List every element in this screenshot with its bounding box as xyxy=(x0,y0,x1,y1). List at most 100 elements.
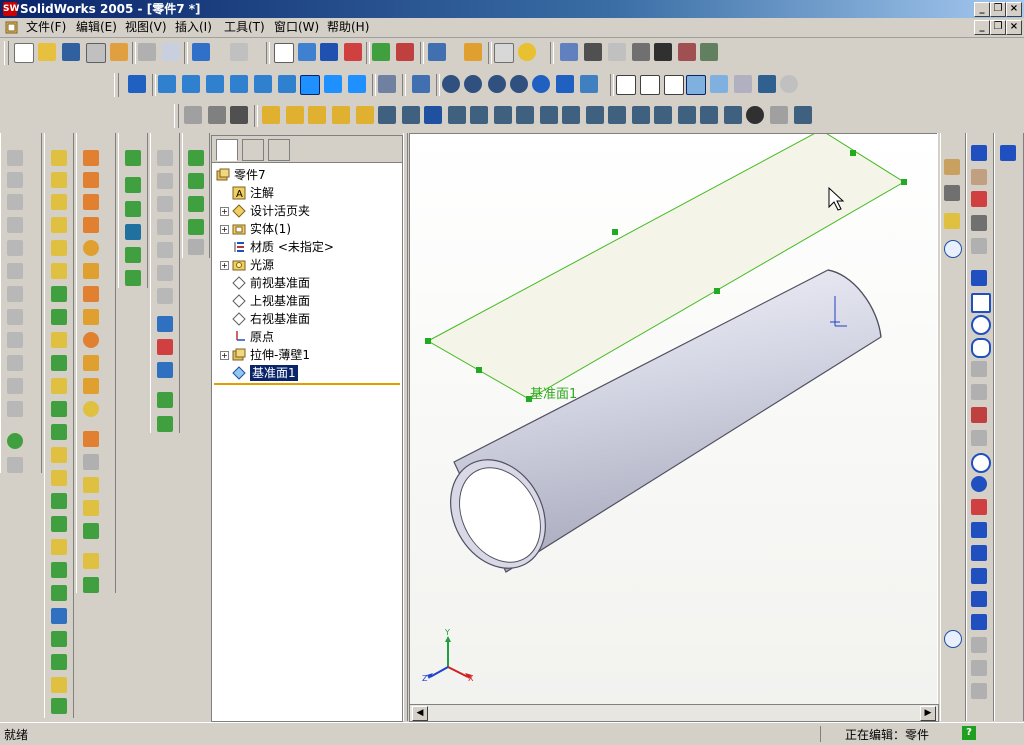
relation-3-icon[interactable] xyxy=(308,106,326,124)
axis-icon[interactable] xyxy=(188,173,204,189)
tools-icon[interactable] xyxy=(678,43,696,61)
combine-icon[interactable] xyxy=(51,516,67,532)
offset-icon[interactable] xyxy=(971,683,987,699)
file-explorer-icon[interactable] xyxy=(944,213,960,229)
view-left-icon[interactable] xyxy=(206,75,224,93)
chamfer-icon[interactable] xyxy=(51,309,67,325)
feature-icon-12[interactable] xyxy=(7,401,23,417)
surface-sweep-icon[interactable] xyxy=(83,194,99,210)
collapse-pane-bottom-icon[interactable] xyxy=(944,630,962,648)
mold-icon-4[interactable] xyxy=(157,219,173,235)
toolbar-grip[interactable] xyxy=(4,41,9,65)
link-views-icon[interactable] xyxy=(378,75,396,93)
toolbar-grip[interactable] xyxy=(114,73,119,97)
flex-icon[interactable] xyxy=(51,470,67,486)
spline-icon[interactable] xyxy=(971,545,987,561)
surface-planar-icon[interactable] xyxy=(83,309,99,325)
draft-icon[interactable] xyxy=(51,378,67,394)
grid-icon[interactable] xyxy=(971,215,987,231)
view-bottom-icon[interactable] xyxy=(278,75,296,93)
tangent-arc-icon[interactable] xyxy=(971,384,987,400)
surface-knit-icon[interactable] xyxy=(83,286,99,302)
partial-ellipse-icon[interactable] xyxy=(971,476,987,492)
home-icon[interactable] xyxy=(944,159,960,175)
section-icon[interactable] xyxy=(608,43,626,61)
mirror-icon[interactable] xyxy=(51,539,67,555)
linear-pattern-icon[interactable] xyxy=(51,585,67,601)
loft-icon[interactable] xyxy=(51,217,67,233)
feature-icon-6[interactable] xyxy=(7,263,23,279)
options-icon[interactable] xyxy=(372,43,390,61)
rotate-view-icon[interactable] xyxy=(532,75,550,93)
surface-extrude-icon[interactable] xyxy=(83,150,99,166)
normal-to-icon[interactable] xyxy=(128,75,146,93)
menu-window[interactable]: 窗口(W) xyxy=(274,20,319,35)
point-sketch-icon[interactable] xyxy=(971,499,987,515)
feature-icon-10[interactable] xyxy=(7,355,23,371)
plane-handle-icon[interactable] xyxy=(425,338,431,344)
display-relations-icon[interactable] xyxy=(157,362,173,378)
zoom-selection-icon[interactable] xyxy=(510,75,528,93)
relation-10-icon[interactable] xyxy=(470,106,488,124)
curve-icon-1[interactable] xyxy=(125,150,141,166)
shell-icon[interactable] xyxy=(51,355,67,371)
relation-12-icon[interactable] xyxy=(516,106,534,124)
plane-handle-icon[interactable] xyxy=(476,367,482,373)
undo-icon[interactable] xyxy=(192,43,210,61)
plane-handle-icon[interactable] xyxy=(850,150,856,156)
menu-edit[interactable]: 编辑(E) xyxy=(76,20,117,35)
relation-4-icon[interactable] xyxy=(332,106,350,124)
restore-button[interactable]: ❐ xyxy=(990,2,1006,17)
relation-18-icon[interactable] xyxy=(654,106,672,124)
rebuild-icon[interactable] xyxy=(344,43,362,61)
feature-icon-3[interactable] xyxy=(7,194,23,210)
polygon-icon[interactable] xyxy=(971,338,991,358)
expand-icon[interactable]: + xyxy=(220,225,229,234)
quick-tips-icon[interactable]: ? xyxy=(962,726,976,740)
feature-icon-13[interactable] xyxy=(7,457,23,473)
open-folder-icon[interactable] xyxy=(38,43,56,61)
split-icon[interactable] xyxy=(51,493,67,509)
expand-icon[interactable]: + xyxy=(220,261,229,270)
wireframe-icon[interactable] xyxy=(616,75,636,95)
relation-9-icon[interactable] xyxy=(448,106,466,124)
mold-icon-2[interactable] xyxy=(157,173,173,189)
model-canvas[interactable] xyxy=(410,134,938,705)
cut-extrude-icon[interactable] xyxy=(51,240,67,256)
pan-icon[interactable] xyxy=(556,75,574,93)
feature-icon-2[interactable] xyxy=(7,172,23,188)
fillet-icon[interactable] xyxy=(51,286,67,302)
curve-sketch-icon[interactable] xyxy=(971,568,987,584)
surface-radiate-icon[interactable] xyxy=(83,263,99,279)
text-icon[interactable] xyxy=(971,614,987,630)
camera-icon[interactable] xyxy=(584,43,602,61)
ellipse-icon[interactable] xyxy=(971,453,991,473)
sketch-tool-icon-1[interactable] xyxy=(1000,145,1016,161)
doc-restore-button[interactable]: ❐ xyxy=(990,20,1006,35)
surface-offset-icon[interactable] xyxy=(83,240,99,256)
curve-icon-6[interactable] xyxy=(125,270,141,286)
magnify-icon[interactable] xyxy=(162,43,180,61)
addins-icon[interactable] xyxy=(700,43,718,61)
relation-17-icon[interactable] xyxy=(632,106,650,124)
zoom-to-fit-icon[interactable] xyxy=(442,75,460,93)
curve-icon-2[interactable] xyxy=(125,177,141,193)
centerpoint-arc-icon[interactable] xyxy=(971,407,987,423)
smart-dimension-icon[interactable] xyxy=(157,339,173,355)
expand-icon[interactable]: + xyxy=(220,351,229,360)
filter-icon[interactable] xyxy=(184,106,202,124)
rollback-bar[interactable] xyxy=(214,383,400,385)
indent-icon[interactable] xyxy=(51,677,67,693)
trimetric-view-icon[interactable] xyxy=(324,75,342,93)
minimize-button[interactable]: _ xyxy=(974,2,990,17)
print-icon[interactable] xyxy=(86,43,106,63)
relation-8-icon[interactable] xyxy=(424,106,442,124)
relation-icon[interactable] xyxy=(262,106,280,124)
toolbar-grip[interactable] xyxy=(174,104,179,128)
relation-5-icon[interactable] xyxy=(356,106,374,124)
properties-icon[interactable] xyxy=(494,43,514,63)
surface-delete-icon[interactable] xyxy=(83,332,99,348)
relation-7-icon[interactable] xyxy=(402,106,420,124)
view-front-icon[interactable] xyxy=(158,75,176,93)
plane-handle-icon[interactable] xyxy=(714,288,720,294)
